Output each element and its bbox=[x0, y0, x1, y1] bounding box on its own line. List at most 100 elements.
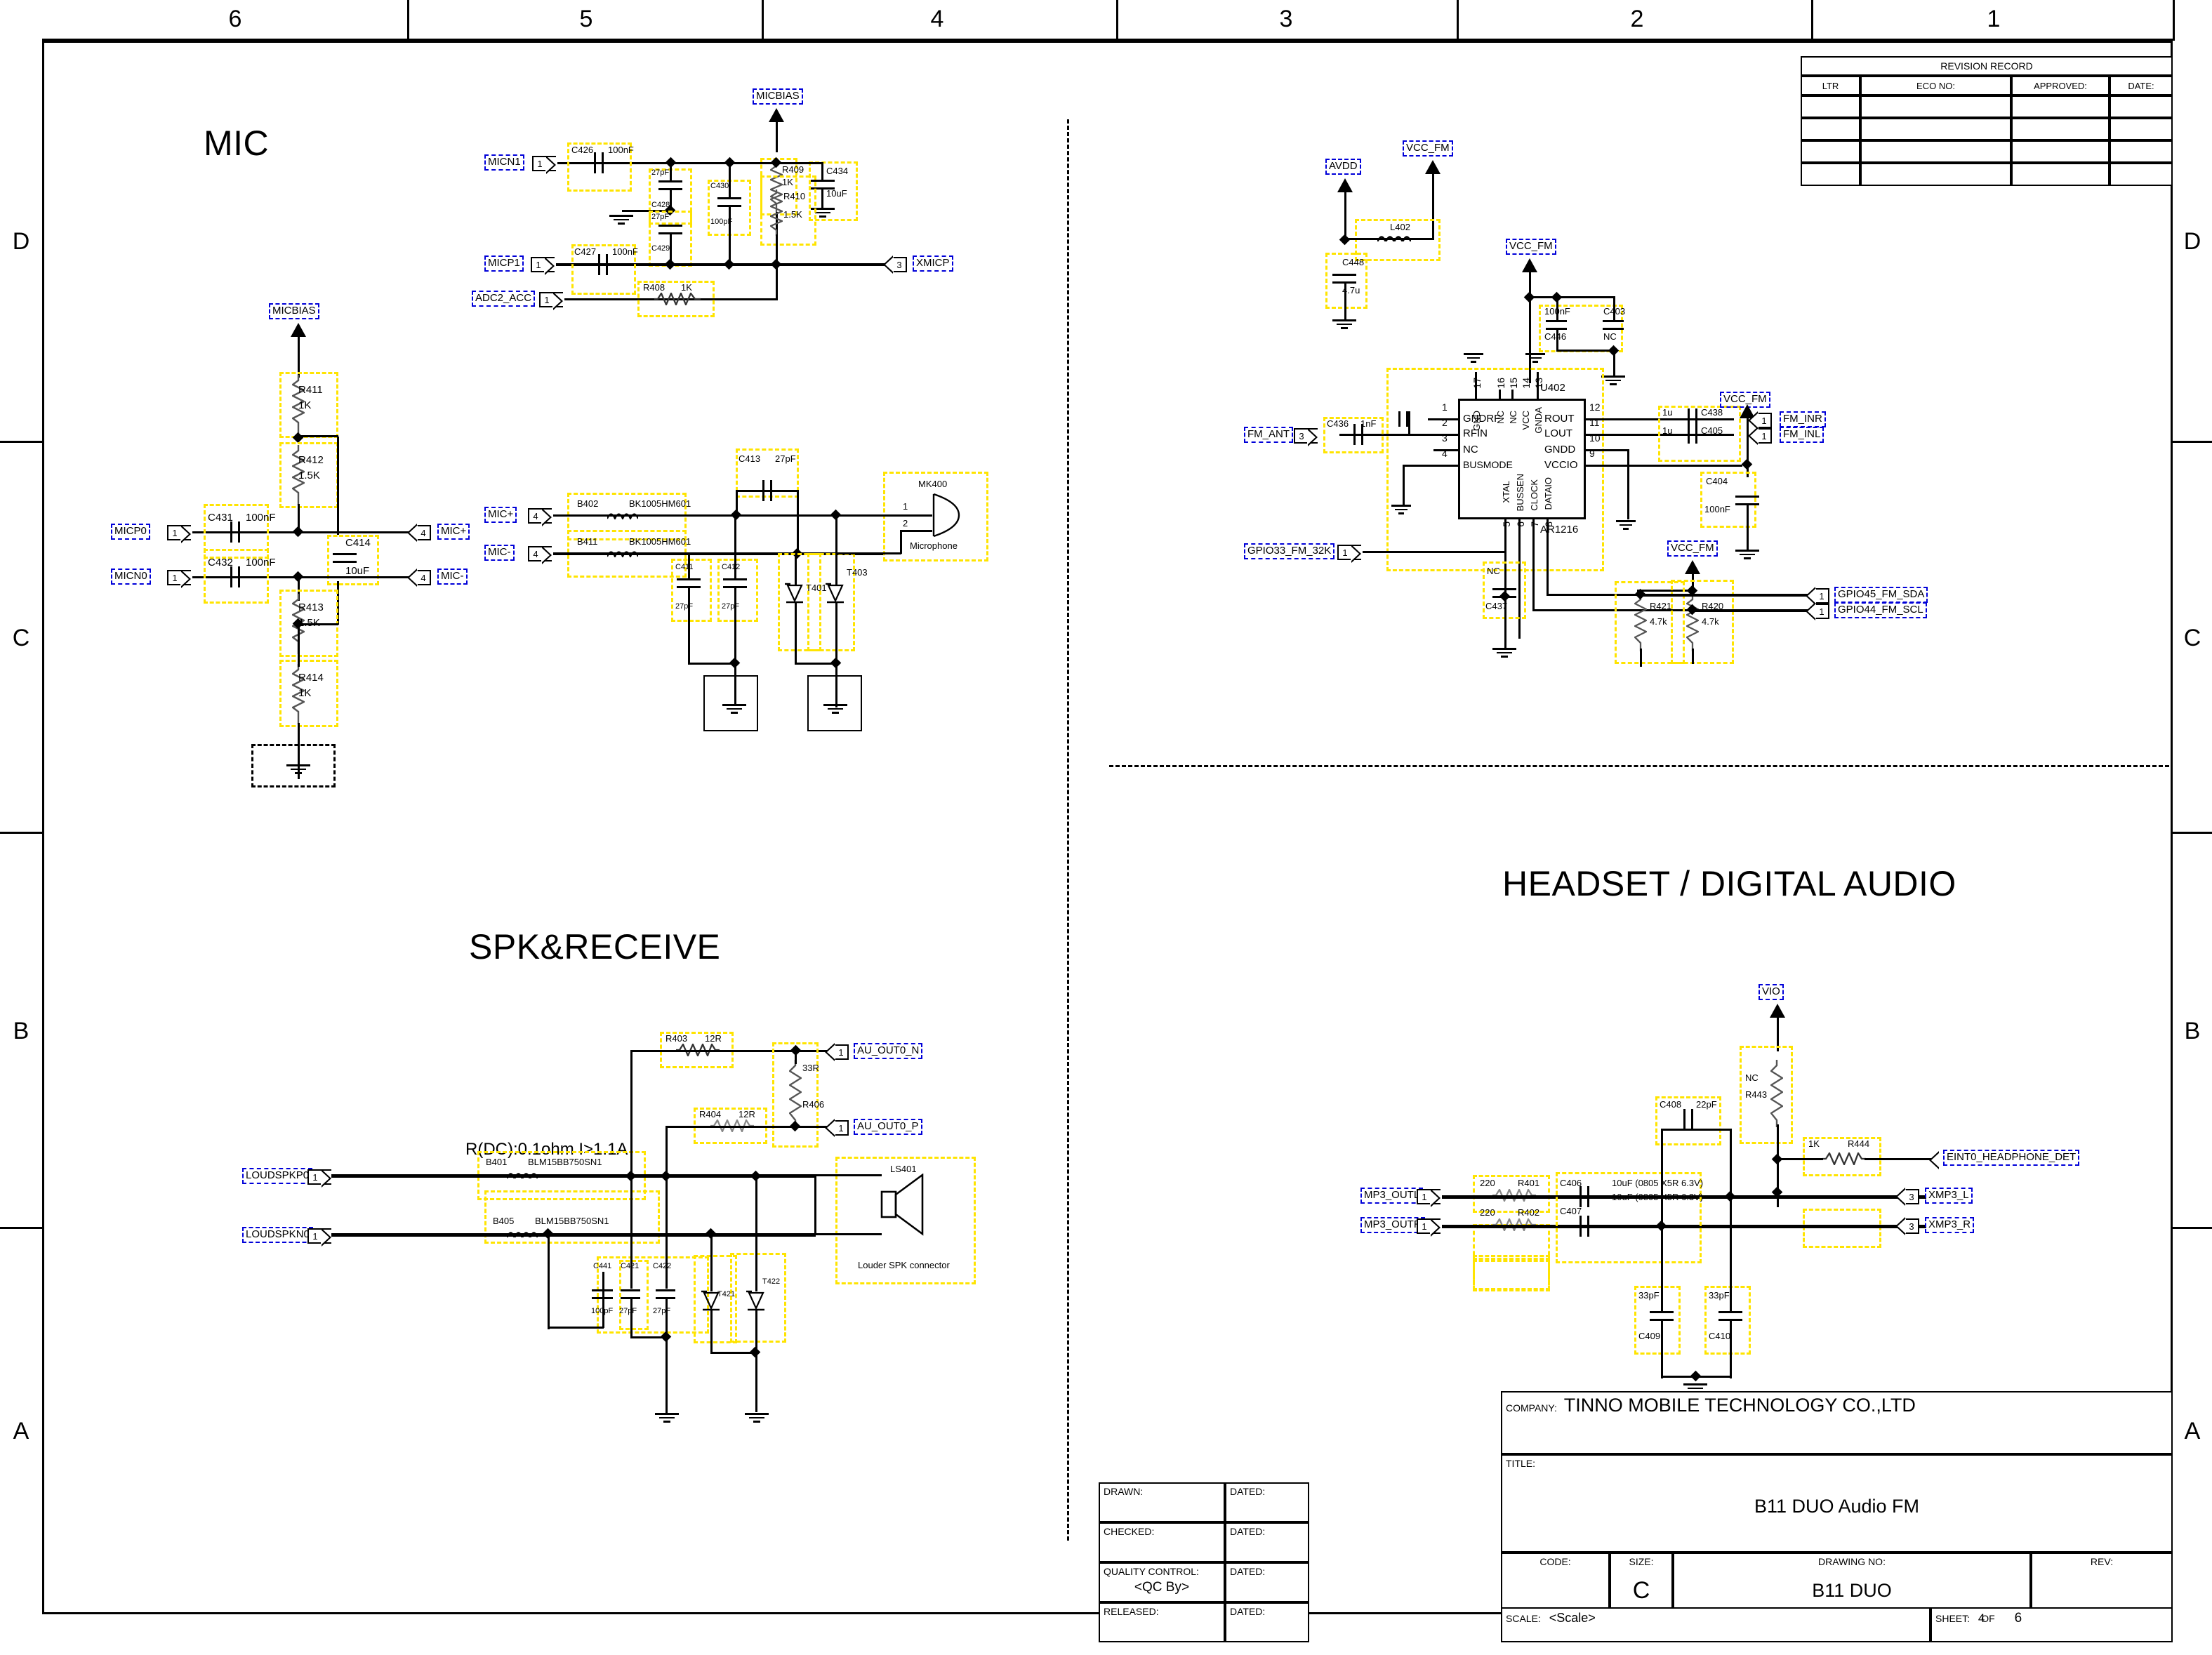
port-eint0-headphone-det[interactable] bbox=[1929, 1151, 1940, 1169]
port-arrow-icon bbox=[545, 156, 556, 174]
port-au-out0-n[interactable]: 1 bbox=[825, 1043, 849, 1061]
inductor-b402 bbox=[607, 513, 638, 519]
highlight-r402-box bbox=[1473, 1258, 1550, 1291]
tb-code-label: CODE: bbox=[1539, 1556, 1571, 1567]
wire bbox=[1547, 518, 1549, 595]
label-c432-val: 100nF bbox=[246, 557, 276, 569]
zone-col-6: 6 bbox=[228, 6, 242, 32]
port-fm-inl[interactable]: 1 bbox=[1748, 427, 1772, 445]
port-num: 1 bbox=[539, 292, 553, 307]
zone-col-3: 3 bbox=[1279, 6, 1293, 32]
port-xmp3-l[interactable]: 3 bbox=[1895, 1188, 1919, 1206]
label-r406-ref: R406 bbox=[802, 1099, 825, 1110]
port-arrow-icon bbox=[321, 1169, 331, 1188]
wire bbox=[1556, 328, 1558, 351]
netlabel-eint0: EINT0_HEADPHONE_DET bbox=[1943, 1150, 2080, 1166]
port-xmicp[interactable]: 3 bbox=[883, 255, 907, 274]
wire bbox=[1504, 597, 1506, 649]
heading-spk: SPK&RECEIVE bbox=[469, 927, 721, 966]
zone-col-5: 5 bbox=[579, 6, 593, 32]
port-mp3-outl[interactable]: 1 bbox=[1417, 1189, 1441, 1207]
port-num: 4 bbox=[417, 570, 431, 585]
netlabel-mic-plus: MIC+ bbox=[437, 524, 470, 540]
rev-row-cell bbox=[2110, 118, 2173, 140]
wire bbox=[298, 623, 338, 625]
wire bbox=[1408, 411, 1410, 435]
zone-tick bbox=[0, 832, 42, 834]
label-c448-ref: C448 bbox=[1342, 257, 1365, 267]
ic-pinnum-5: 5 bbox=[1501, 521, 1512, 527]
wire bbox=[630, 1050, 750, 1052]
label-l402-ref: L402 bbox=[1390, 222, 1410, 232]
ic-pinnum-17: 17 bbox=[1471, 378, 1483, 389]
port-xmp3-r[interactable]: 3 bbox=[1895, 1217, 1919, 1235]
ic-pinnum-2: 2 bbox=[1442, 417, 1448, 428]
netlabel-loudspkn0: LOUDSPKN0 bbox=[242, 1227, 313, 1243]
ground-symbol bbox=[1464, 351, 1483, 363]
port-micn0[interactable]: 1 bbox=[167, 570, 191, 588]
port-arrow-icon bbox=[1430, 1189, 1441, 1207]
wire bbox=[1661, 1228, 1663, 1312]
port-arrow-icon bbox=[883, 255, 894, 274]
label-c437-val: NC bbox=[1487, 566, 1500, 576]
ic-pinnum-1: 1 bbox=[1442, 401, 1448, 413]
ic-pin-bussen: BUSSEN bbox=[1515, 474, 1525, 512]
port-gpio33[interactable]: 1 bbox=[1337, 545, 1361, 563]
tb-qc-dated: DATED: bbox=[1225, 1562, 1309, 1602]
zone-tick bbox=[42, 39, 2173, 41]
port-num: 1 bbox=[1815, 604, 1829, 619]
label-r411-ref: R411 bbox=[298, 384, 323, 396]
sheet-divider-horizontal bbox=[1109, 765, 2169, 767]
wire bbox=[337, 437, 339, 535]
port-arrow-icon bbox=[1895, 1217, 1906, 1235]
tb-qc-value: <QC By> bbox=[1134, 1580, 1190, 1595]
label-r403-ref: R403 bbox=[665, 1033, 688, 1044]
port-mic-minus[interactable]: 4 bbox=[407, 569, 431, 587]
label-b402-val: BK1005HM601 bbox=[629, 498, 691, 509]
port-loudspkn0[interactable]: 1 bbox=[307, 1228, 331, 1247]
port-micn1[interactable]: 1 bbox=[532, 156, 556, 174]
port-adc2-acc[interactable]: 1 bbox=[539, 292, 563, 310]
label-c405-ref: C405 bbox=[1701, 425, 1723, 436]
port-loudspkp0[interactable]: 1 bbox=[307, 1169, 331, 1188]
ic-pinnum-12: 12 bbox=[1589, 401, 1601, 413]
ic-pin-dataio: DATAIO bbox=[1543, 477, 1554, 510]
label-ls401-desc: Louder SPK connector bbox=[858, 1260, 950, 1270]
wire bbox=[1661, 1129, 1663, 1227]
wire bbox=[670, 232, 672, 262]
power-arrow-vcc-fm-ic bbox=[1522, 258, 1537, 272]
port-mic-minus-in[interactable]: 4 bbox=[528, 546, 552, 564]
port-mic-plus-in[interactable]: 4 bbox=[528, 508, 552, 526]
label-c434-ref: C434 bbox=[826, 166, 849, 176]
port-num: 3 bbox=[1294, 428, 1308, 444]
label-c436-ref: C436 bbox=[1327, 418, 1349, 429]
label-c412-val: 27pF bbox=[722, 602, 740, 611]
highlight-r444 bbox=[1803, 1209, 1881, 1248]
resistor-r410 bbox=[770, 190, 783, 236]
port-num: 1 bbox=[1758, 428, 1772, 444]
ic-pin-busmode: BUSMODE bbox=[1463, 459, 1513, 470]
ic-pinnum-4: 4 bbox=[1442, 448, 1448, 459]
port-arrow-icon bbox=[544, 257, 555, 275]
port-micp0[interactable]: 1 bbox=[167, 525, 191, 543]
wire bbox=[795, 602, 797, 664]
microphone-symbol bbox=[932, 493, 960, 538]
port-au-out0-p[interactable]: 1 bbox=[825, 1119, 849, 1137]
port-num: 3 bbox=[1905, 1218, 1919, 1234]
tb-title-value: B11 DUO Audio FM bbox=[1754, 1496, 1920, 1517]
port-gpio45[interactable]: 1 bbox=[1806, 587, 1829, 605]
port-mp3-outr[interactable]: 1 bbox=[1417, 1218, 1441, 1237]
ic-pinnum-13: 13 bbox=[1533, 378, 1544, 389]
label-r408-ref: R408 bbox=[643, 282, 665, 293]
ground-symbol bbox=[1735, 547, 1759, 559]
wire bbox=[835, 514, 932, 517]
port-mic-plus[interactable]: 4 bbox=[407, 524, 431, 542]
label-t403-ref: T403 bbox=[847, 567, 868, 578]
port-micp1[interactable]: 1 bbox=[531, 257, 555, 275]
netlabel-xmicp: XMICP bbox=[913, 255, 953, 272]
netlabel-mic-minus: MIC- bbox=[437, 569, 468, 585]
inductor-b401 bbox=[507, 1173, 538, 1178]
port-gpio44[interactable]: 1 bbox=[1806, 602, 1829, 620]
port-fm-ant[interactable]: 3 bbox=[1294, 428, 1318, 446]
port-fm-inr[interactable]: 1 bbox=[1748, 411, 1772, 430]
